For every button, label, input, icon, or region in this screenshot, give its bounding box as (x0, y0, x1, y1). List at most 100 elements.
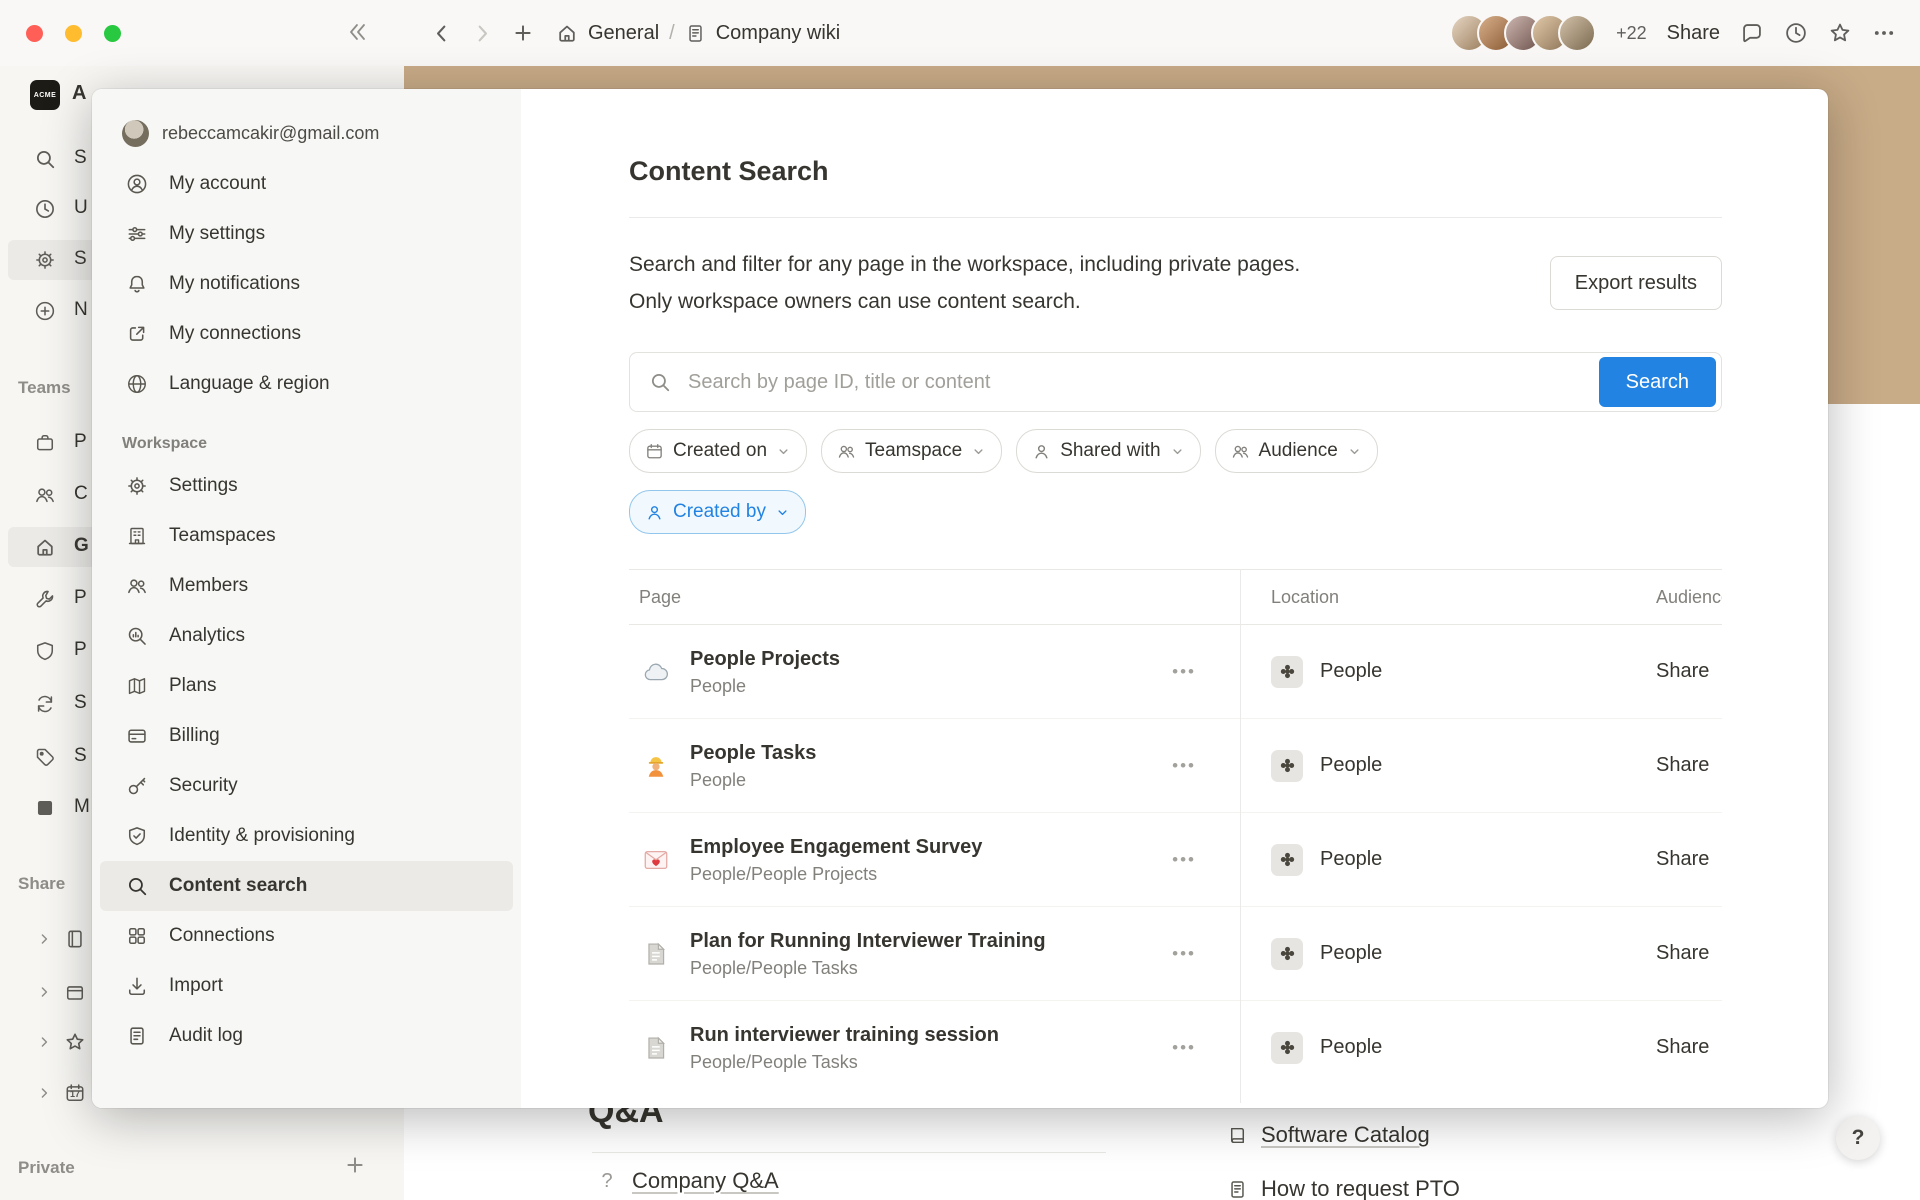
settings-nav-my-connections[interactable]: My connections (92, 309, 521, 359)
import-icon (126, 975, 148, 997)
table-row[interactable]: Employee Engagement Survey People/People… (629, 812, 1722, 906)
filter-created-by[interactable]: Created by (629, 490, 806, 534)
new-tab-icon[interactable] (512, 22, 534, 44)
page-description: Search and filter for any page in the wo… (629, 246, 1300, 320)
collapse-sidebar-icon[interactable] (346, 20, 370, 44)
page-path: People (690, 769, 816, 791)
table-row[interactable]: Plan for Running Interviewer Training Pe… (629, 906, 1722, 1000)
settings-nav-plans[interactable]: Plans (92, 661, 521, 711)
screen: General / Company wiki +22 Share (0, 0, 1920, 1200)
filter-created-on[interactable]: Created on (629, 429, 807, 473)
question-icon: ? (596, 1170, 618, 1193)
settings-nav-my-settings[interactable]: My settings (92, 209, 521, 259)
window-titlebar: General / Company wiki +22 Share (0, 0, 1920, 66)
comments-icon[interactable] (1740, 21, 1764, 45)
settings-nav-language-region[interactable]: Language & region (92, 359, 521, 409)
page-icon (641, 939, 671, 969)
close-window-button[interactable] (26, 25, 43, 42)
export-results-button[interactable]: Export results (1550, 256, 1722, 310)
filter-shared-with[interactable]: Shared with (1016, 429, 1200, 473)
search-input[interactable] (629, 352, 1722, 412)
favorite-star-icon[interactable] (1828, 21, 1852, 45)
location-name[interactable]: People (1320, 1036, 1382, 1059)
settings-nav-settings[interactable]: Settings (92, 461, 521, 511)
row-menu-icon[interactable]: ••• (1172, 850, 1196, 870)
settings-nav-import[interactable]: Import (92, 961, 521, 1011)
table-row[interactable]: People Tasks People ••• People Share (629, 718, 1722, 812)
row-menu-icon[interactable]: ••• (1172, 1038, 1196, 1058)
chevron-right-icon[interactable] (36, 1085, 52, 1101)
breadcrumb-page[interactable]: Company wiki (716, 22, 840, 45)
page-title[interactable]: People Projects (690, 646, 840, 672)
search-icon (34, 148, 56, 170)
tag-icon (34, 746, 56, 768)
row-menu-icon[interactable]: ••• (1172, 944, 1196, 964)
column-header-page: Page (629, 587, 1240, 608)
section-divider (592, 1152, 1106, 1153)
settings-modal: rebeccamcakir@gmail.com My account My se… (92, 89, 1828, 1108)
page-link-request-pto[interactable]: How to request PTO (1227, 1162, 1460, 1200)
settings-nav-billing[interactable]: Billing (92, 711, 521, 761)
person-icon (1032, 442, 1051, 461)
private-section-row[interactable]: Private (0, 1148, 404, 1188)
filter-teamspace[interactable]: Teamspace (821, 429, 1002, 473)
table-row[interactable]: People Projects People ••• People Share (629, 625, 1722, 718)
settings-nav-my-notifications[interactable]: My notifications (92, 259, 521, 309)
settings-nav-security[interactable]: Security (92, 761, 521, 811)
settings-nav-connections[interactable]: Connections (92, 911, 521, 961)
wrench-icon (34, 588, 56, 610)
search-icon (649, 371, 671, 393)
page-title[interactable]: Plan for Running Interviewer Training (690, 928, 1046, 954)
viewer-avatars[interactable] (1450, 14, 1596, 52)
star-icon (64, 1031, 86, 1053)
content-search-panel: Content Search Search and filter for any… (521, 89, 1828, 1108)
add-private-page-icon[interactable] (344, 1154, 366, 1176)
globe-icon (126, 373, 148, 395)
history-icon[interactable] (1784, 21, 1808, 45)
shield-icon (34, 640, 56, 662)
page-title[interactable]: Employee Engagement Survey (690, 834, 982, 860)
breadcrumb-root[interactable]: General (588, 22, 659, 45)
audience-value: Share (1656, 1036, 1722, 1059)
back-icon[interactable] (430, 22, 453, 45)
row-menu-icon[interactable]: ••• (1172, 756, 1196, 776)
settings-nav-identity-provisioning[interactable]: Identity & provisioning (92, 811, 521, 861)
workspace-name: A (72, 82, 86, 105)
chevron-right-icon[interactable] (36, 984, 52, 1000)
search-button[interactable]: Search (1599, 357, 1716, 407)
location-name[interactable]: People (1320, 754, 1382, 777)
settings-nav-content-search[interactable]: Content search (100, 861, 513, 911)
help-button[interactable]: ? (1836, 1116, 1880, 1160)
settings-nav-audit-log[interactable]: Audit log (92, 1011, 521, 1061)
location-name[interactable]: People (1320, 848, 1382, 871)
more-options-icon[interactable] (1872, 21, 1896, 45)
location-name[interactable]: People (1320, 660, 1382, 683)
settings-nav-members[interactable]: Members (92, 561, 521, 611)
clock-icon (34, 198, 56, 220)
page-link-software-catalog[interactable]: Software Catalog (1227, 1108, 1460, 1162)
audit-log-icon (126, 1025, 148, 1047)
credit-card-icon (126, 725, 148, 747)
zoom-window-button[interactable] (104, 25, 121, 42)
share-button[interactable]: Share (1667, 22, 1720, 45)
filter-audience[interactable]: Audience (1215, 429, 1378, 473)
page-title[interactable]: People Tasks (690, 740, 816, 766)
table-row[interactable]: Run interviewer training session People/… (629, 1000, 1722, 1094)
row-menu-icon[interactable]: ••• (1172, 662, 1196, 682)
page-link-company-qa[interactable]: ? Company Q&A (596, 1168, 779, 1194)
page-title[interactable]: Run interviewer training session (690, 1022, 999, 1048)
settings-nav-teamspaces[interactable]: Teamspaces (92, 511, 521, 561)
arrow-out-icon (126, 323, 148, 345)
chevron-right-icon[interactable] (36, 1034, 52, 1050)
chevron-right-icon[interactable] (36, 931, 52, 947)
settings-nav-analytics[interactable]: Analytics (92, 611, 521, 661)
avatar-overflow-count[interactable]: +22 (1616, 23, 1647, 44)
audience-value: Share (1656, 660, 1722, 683)
forward-icon[interactable] (471, 22, 494, 45)
chevron-down-icon (776, 444, 791, 459)
plus-circle-icon (34, 300, 56, 322)
settings-nav-my-account[interactable]: My account (92, 159, 521, 209)
chevron-down-icon (775, 505, 790, 520)
minimize-window-button[interactable] (65, 25, 82, 42)
location-name[interactable]: People (1320, 942, 1382, 965)
